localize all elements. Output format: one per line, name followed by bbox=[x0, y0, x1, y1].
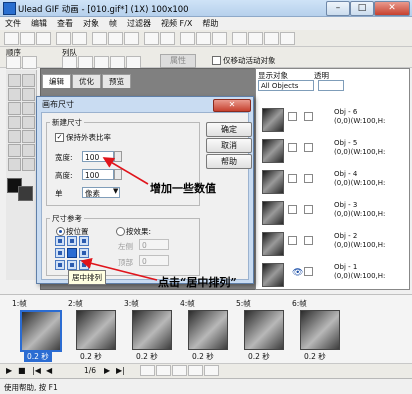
frame-label: 2:帧 bbox=[68, 299, 83, 308]
arrow-to-center bbox=[80, 257, 158, 281]
annotation-click-center: 点击“居中排列” bbox=[158, 276, 237, 289]
frame-delay[interactable]: 0.2 秒 bbox=[248, 351, 270, 362]
frame-thumbnail[interactable]: 6:帧 0.2 秒 bbox=[290, 298, 352, 362]
status-bar: 使用帮助, 按 F1 bbox=[0, 378, 412, 394]
frame-image bbox=[132, 310, 172, 350]
frame-image bbox=[244, 310, 284, 350]
last-frame-icon[interactable]: ▶| bbox=[116, 366, 125, 375]
frame-thumbnail[interactable]: 5:帧 0.2 秒 bbox=[234, 298, 296, 362]
delete-frame-icon[interactable] bbox=[172, 365, 187, 376]
first-frame-icon[interactable]: |◀ bbox=[32, 366, 41, 375]
frame-delay[interactable]: 0.2 秒 bbox=[24, 351, 52, 362]
frame-delay[interactable]: 0.2 秒 bbox=[136, 351, 158, 362]
frame-label: 3:帧 bbox=[124, 299, 139, 308]
frame-label: 6:帧 bbox=[292, 299, 307, 308]
frame-thumbnail[interactable]: 1:帧 0.2 秒 bbox=[10, 298, 72, 362]
frame-thumbnail[interactable]: 4:帧 0.2 秒 bbox=[178, 298, 240, 362]
frame-delay[interactable]: 0.2 秒 bbox=[80, 351, 102, 362]
frame-image bbox=[76, 310, 116, 350]
play-icon[interactable]: ▶ bbox=[6, 366, 12, 375]
frame-counter: 1/6 bbox=[84, 366, 97, 375]
next-frame-icon[interactable]: ▶ bbox=[104, 366, 110, 375]
annotation-add-value: 增加一些数值 bbox=[150, 182, 216, 195]
frame-image bbox=[188, 310, 228, 350]
add-frame-icon[interactable] bbox=[140, 365, 155, 376]
prev-frame-icon[interactable]: ◀ bbox=[46, 366, 52, 375]
frame-delay[interactable]: 0.2 秒 bbox=[304, 351, 326, 362]
frame-image bbox=[300, 310, 340, 350]
frame-label: 5:帧 bbox=[236, 299, 251, 308]
tween-icon[interactable] bbox=[188, 365, 203, 376]
frame-thumbnail[interactable]: 2:帧 0.2 秒 bbox=[66, 298, 128, 362]
arrow-to-width bbox=[102, 157, 149, 185]
frame-delay[interactable]: 0.2 秒 bbox=[192, 351, 214, 362]
frame-thumbnail[interactable]: 3:帧 0.2 秒 bbox=[122, 298, 184, 362]
duplicate-frame-icon[interactable] bbox=[156, 365, 171, 376]
frame-properties-icon[interactable] bbox=[204, 365, 219, 376]
status-text: 使用帮助, 按 F1 bbox=[4, 383, 58, 392]
stop-icon[interactable]: ■ bbox=[18, 366, 26, 375]
playback-bar: ▶ ■ |◀ ◀ 1/6 ▶ ▶| bbox=[0, 363, 412, 378]
frame-image bbox=[20, 310, 62, 352]
frame-label: 1:帧 bbox=[12, 299, 27, 308]
frame-label: 4:帧 bbox=[180, 299, 195, 308]
